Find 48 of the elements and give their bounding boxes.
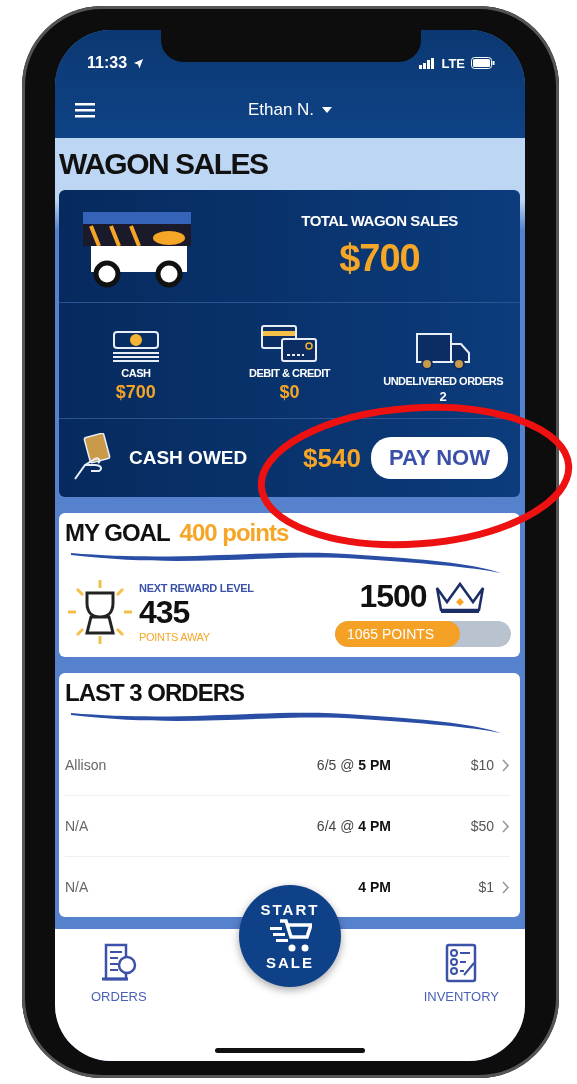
order-amount: $10 [469,757,494,773]
chevron-icon [502,819,510,833]
orders-tab[interactable]: ORDERS [91,943,147,1004]
battery-icon [471,57,495,69]
receipt-icon [99,943,138,983]
status-time: 11:33 [87,54,128,72]
stat-label: UNDELIVERED ORDERS [383,375,504,387]
order-amount: $50 [469,818,494,834]
trophy-icon [65,577,135,647]
stat-label: CASH [121,367,151,379]
chevron-icon [502,758,510,772]
caret-icon [322,107,333,113]
order-date: 6/4 @ 4 PM [315,818,391,834]
stat-value: $0 [279,382,300,403]
goal-title: MY GOAL [65,519,170,547]
stat-value: $700 [115,382,156,403]
orders-title: LAST 3 ORDERS [65,679,246,707]
cards-icon [259,324,320,364]
points-away-value: 435 [139,593,191,631]
points-progress-label: 1065 POINTS [347,625,435,642]
signal-icon [419,57,436,69]
cash-owed-label: CASH OWED [129,447,248,469]
inventory-tab[interactable]: INVENTORY [423,943,499,1004]
user-dropdown[interactable]: Ethan N. [247,100,315,120]
order-date: 6/5 @ 5 PM [315,757,391,773]
points-away-label: POINTS AWAY [139,630,211,643]
cart-icon [268,919,312,953]
menu-icon[interactable] [75,102,95,118]
order-customer: N/A [65,818,90,834]
stat-value: 2 [439,390,447,403]
goal-points: 400 points [179,519,289,547]
location-arrow-icon [133,57,145,69]
pay-now-button[interactable]: PAY NOW [370,437,508,479]
cash-owed-amount: $540 [303,442,361,474]
order-customer: N/A [65,879,90,895]
network-label: LTE [441,55,465,71]
stat-label: DEBIT & CREDIT [249,367,330,379]
total-sales-value: $700 [339,237,420,280]
reward-level-value: 1500 [359,577,427,615]
chevron-icon [502,880,510,894]
order-amount: $1 [477,879,494,895]
checklist-icon [444,943,479,983]
page-title: WAGON SALES [59,147,268,181]
start-sale-button[interactable]: START SALE [239,885,341,987]
total-sales-label: TOTAL WAGON SALES [301,212,458,229]
order-customer: Allison [65,757,108,773]
next-reward-label: NEXT REWARD LEVEL [139,581,254,594]
order-date: 4 PM [357,879,391,895]
